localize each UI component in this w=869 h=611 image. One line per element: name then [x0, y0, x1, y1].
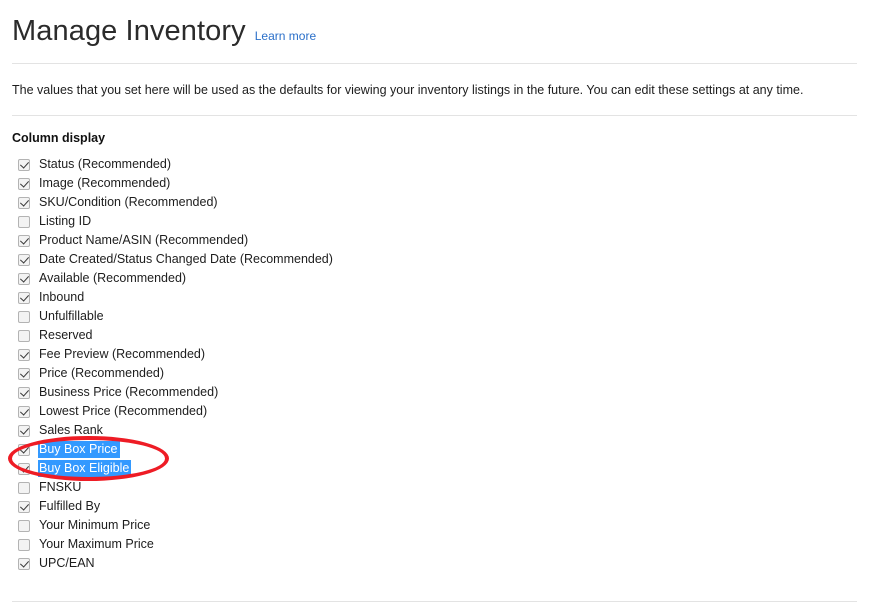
column-display-row[interactable]: FNSKU: [12, 478, 857, 497]
column-display-row[interactable]: Sales Rank: [12, 421, 857, 440]
checkbox-checked-icon[interactable]: [18, 500, 30, 513]
column-display-label: Product Name/ASIN (Recommended): [39, 233, 249, 247]
checkbox-unchecked-icon[interactable]: [18, 519, 30, 532]
column-display-label: Business Price (Recommended): [39, 385, 219, 399]
column-display-row[interactable]: Your Maximum Price: [12, 535, 857, 554]
column-display-label: Your Maximum Price: [39, 537, 154, 551]
checkbox-checked-icon[interactable]: [18, 405, 30, 418]
column-display-row[interactable]: Price (Recommended): [12, 364, 857, 383]
column-display-row[interactable]: Reserved: [12, 326, 857, 345]
column-display-row[interactable]: Fulfilled By: [12, 497, 857, 516]
column-display-row[interactable]: Your Minimum Price: [12, 516, 857, 535]
checkbox-checked-icon[interactable]: [18, 424, 30, 437]
checkbox-unchecked-icon[interactable]: [18, 538, 30, 551]
column-display-checkbox-list: Status (Recommended) Image (Recommended) S…: [12, 155, 857, 573]
column-display-row[interactable]: Date Created/Status Changed Date (Recomm…: [12, 250, 857, 269]
column-display-row[interactable]: Buy Box Price: [12, 440, 857, 459]
column-display-row[interactable]: Fee Preview (Recommended): [12, 345, 857, 364]
column-display-label: Available (Recommended): [39, 271, 187, 285]
checkbox-checked-icon[interactable]: [18, 196, 30, 209]
checkbox-checked-icon[interactable]: [18, 253, 30, 266]
column-display-section: Column display Status (Recommended) Image…: [0, 116, 869, 573]
checkbox-unchecked-icon[interactable]: [18, 329, 30, 342]
intro-text: The values that you set here will be use…: [12, 83, 804, 97]
checkbox-checked-icon[interactable]: [18, 386, 30, 399]
column-display-label: Unfulfillable: [39, 309, 104, 323]
section-title: Column display: [12, 131, 106, 145]
column-display-label: Your Minimum Price: [39, 518, 151, 532]
column-display-row[interactable]: Listing ID: [12, 212, 857, 231]
column-display-label: Fee Preview (Recommended): [39, 347, 206, 361]
column-display-row[interactable]: Buy Box Eligible: [12, 459, 857, 478]
checkbox-unchecked-icon[interactable]: [18, 215, 30, 228]
checkbox-checked-icon[interactable]: [18, 443, 30, 456]
column-display-label: Fulfilled By: [39, 499, 101, 513]
column-display-label: Image (Recommended): [39, 176, 171, 190]
checkbox-checked-icon[interactable]: [18, 348, 30, 361]
page-title: Manage Inventory: [12, 15, 246, 47]
column-display-label: Price (Recommended): [39, 366, 165, 380]
page-header: Manage Inventory Learn more: [0, 0, 869, 48]
column-display-label: Status (Recommended): [39, 157, 172, 171]
column-display-row[interactable]: Lowest Price (Recommended): [12, 402, 857, 421]
column-display-row[interactable]: Business Price (Recommended): [12, 383, 857, 402]
column-display-label: SKU/Condition (Recommended): [39, 195, 218, 209]
checkbox-checked-icon[interactable]: [18, 158, 30, 171]
checkbox-unchecked-icon[interactable]: [18, 481, 30, 494]
manage-inventory-settings-page: Manage Inventory Learn more The values t…: [0, 0, 869, 611]
column-display-label: Date Created/Status Changed Date (Recomm…: [39, 252, 333, 266]
column-display-row[interactable]: UPC/EAN: [12, 554, 857, 573]
checkbox-checked-icon[interactable]: [18, 367, 30, 380]
checkbox-checked-icon[interactable]: [18, 557, 30, 570]
column-display-label: Sales Rank: [39, 423, 103, 437]
checkbox-unchecked-icon[interactable]: [18, 310, 30, 323]
checkbox-checked-icon[interactable]: [18, 291, 30, 304]
column-display-label: Inbound: [39, 290, 85, 304]
column-display-row[interactable]: Available (Recommended): [12, 269, 857, 288]
checkbox-checked-icon[interactable]: [18, 272, 30, 285]
column-display-row[interactable]: Unfulfillable: [12, 307, 857, 326]
divider-bottom: [12, 601, 857, 602]
checkbox-checked-icon[interactable]: [18, 462, 30, 475]
column-display-label: FNSKU: [39, 480, 82, 494]
column-display-row[interactable]: Product Name/ASIN (Recommended): [12, 231, 857, 250]
column-display-row[interactable]: Inbound: [12, 288, 857, 307]
column-display-label: Buy Box Price: [38, 441, 120, 458]
column-display-label: UPC/EAN: [39, 556, 95, 570]
checkbox-checked-icon[interactable]: [18, 234, 30, 247]
column-display-label: Lowest Price (Recommended): [39, 404, 208, 418]
column-display-row[interactable]: SKU/Condition (Recommended): [12, 193, 857, 212]
column-display-row[interactable]: Image (Recommended): [12, 174, 857, 193]
checkbox-checked-icon[interactable]: [18, 177, 30, 190]
column-display-label: Listing ID: [39, 214, 92, 228]
column-display-label: Reserved: [39, 328, 93, 342]
column-display-label: Buy Box Eligible: [38, 460, 132, 477]
learn-more-link[interactable]: Learn more: [255, 29, 316, 43]
column-display-row[interactable]: Status (Recommended): [12, 155, 857, 174]
